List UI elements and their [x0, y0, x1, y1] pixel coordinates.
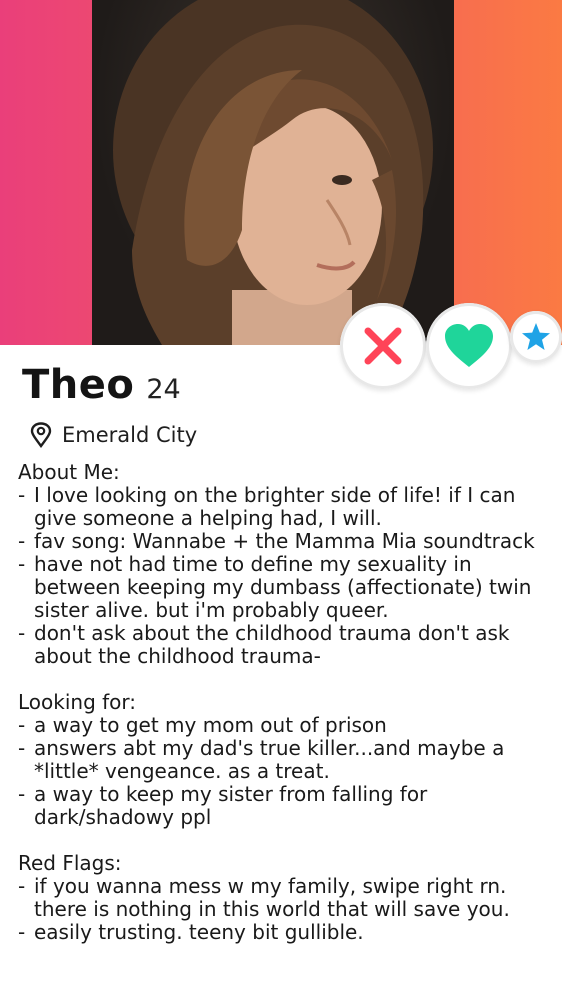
red-flags-list: if you wanna mess w my family, swipe rig… — [18, 875, 548, 945]
red-flag-item: if you wanna mess w my family, swipe rig… — [18, 875, 548, 921]
location-text: Emerald City — [62, 423, 198, 447]
close-icon — [364, 327, 402, 365]
about-item: fav song: Wannabe + the Mamma Mia soundt… — [18, 530, 548, 554]
profile-photo[interactable] — [92, 0, 454, 345]
red-flag-item: easily trusting. teeny bit gullible. — [18, 921, 548, 945]
about-heading: About Me: — [18, 460, 120, 484]
like-button[interactable] — [426, 303, 512, 389]
profile-age: 24 — [146, 374, 181, 405]
looking-item: answers abt my dad's true killer...and m… — [18, 737, 548, 783]
about-list: I love looking on the brighter side of l… — [18, 484, 548, 668]
super-like-button[interactable] — [510, 311, 562, 363]
profile-location: Emerald City — [30, 422, 197, 448]
profile-bio: About Me: I love looking on the brighter… — [18, 460, 548, 945]
about-item: don't ask about the childhood trauma don… — [18, 622, 548, 668]
looking-item: a way to get my mom out of prison — [18, 714, 548, 738]
profile-name-row: Theo 24 — [22, 362, 181, 408]
looking-heading: Looking for: — [18, 690, 137, 714]
swipe-actions — [340, 303, 562, 393]
profile-name: Theo — [22, 362, 135, 408]
profile-photo-header — [0, 0, 562, 345]
about-item: I love looking on the brighter side of l… — [18, 484, 548, 530]
location-pin-icon — [30, 422, 52, 448]
about-item: have not had time to define my sexuality… — [18, 553, 548, 622]
heart-icon — [445, 324, 493, 367]
looking-item: a way to keep my sister from falling for… — [18, 783, 548, 829]
red-flags-heading: Red Flags: — [18, 851, 122, 875]
star-icon — [522, 323, 550, 350]
looking-list: a way to get my mom out of prison answer… — [18, 714, 548, 829]
nope-button[interactable] — [340, 303, 426, 389]
